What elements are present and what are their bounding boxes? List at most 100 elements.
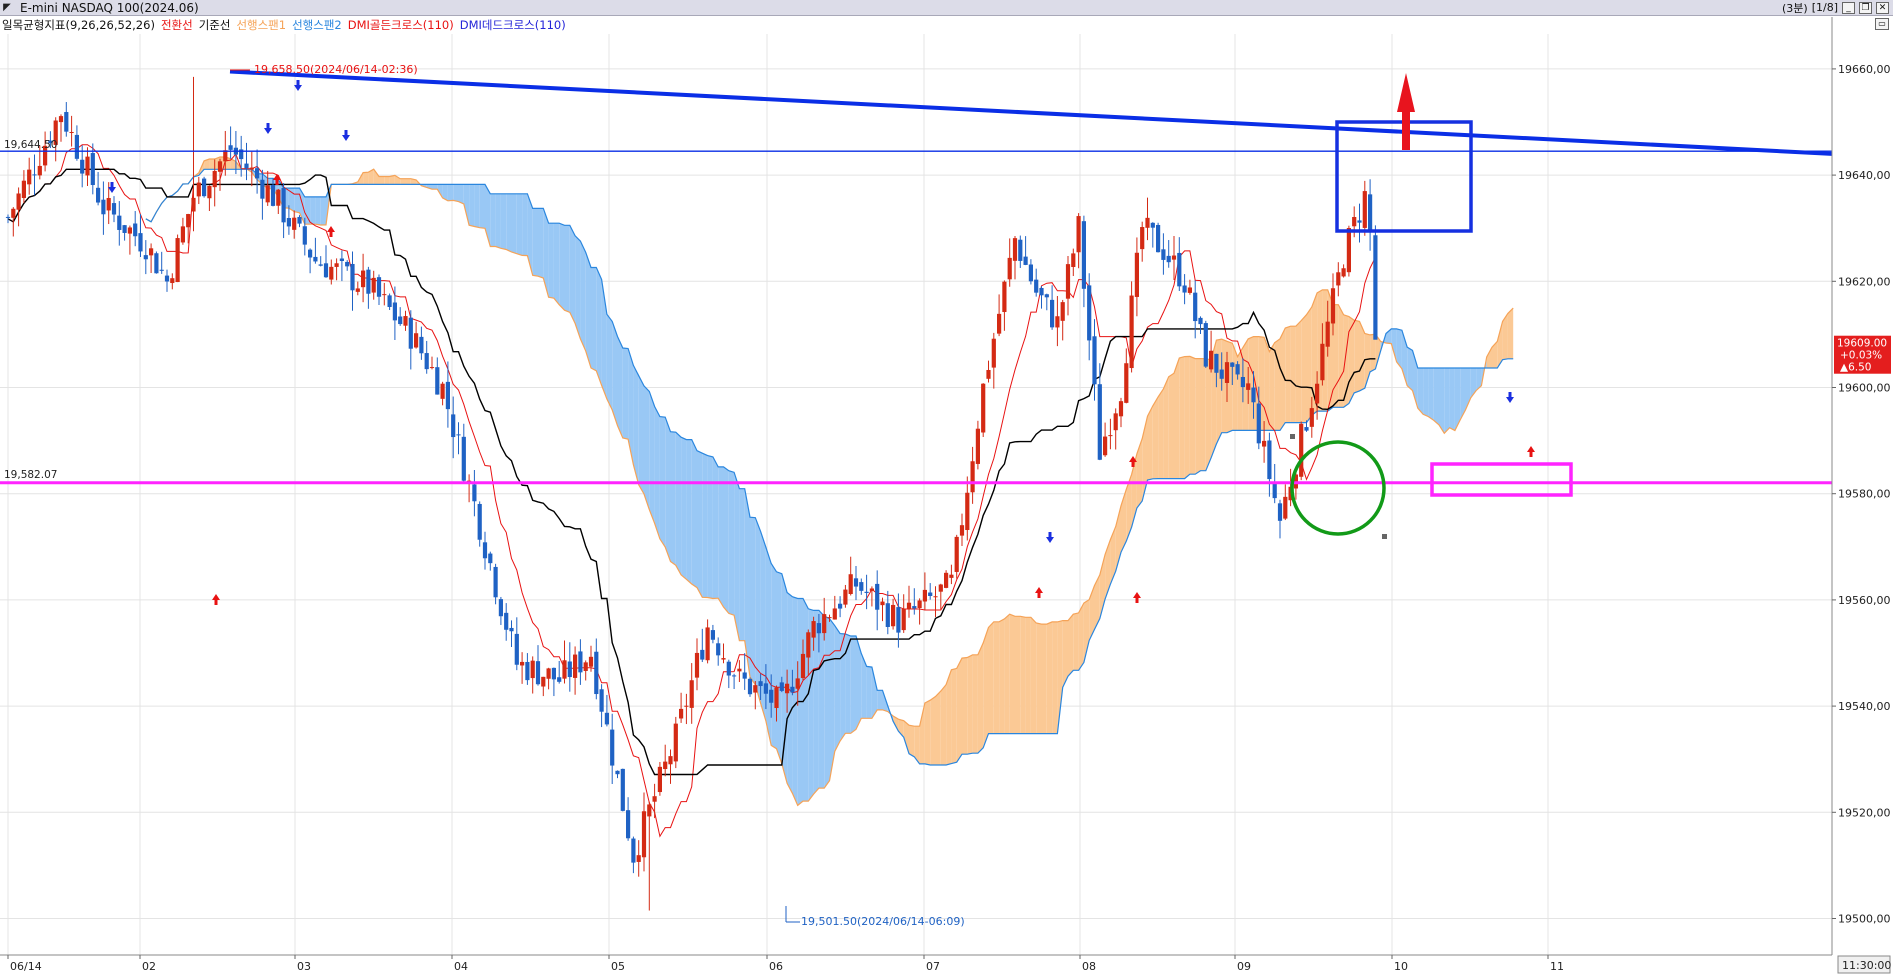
candle-body xyxy=(965,492,970,530)
cloud-segment xyxy=(1057,620,1063,734)
cloud-segment xyxy=(739,488,745,641)
candle-body xyxy=(800,653,806,679)
cloud-segment xyxy=(670,431,676,566)
candle-body xyxy=(588,656,594,667)
cloud-segment xyxy=(850,636,856,734)
x-tick-label: 06 xyxy=(769,960,783,973)
cloud-segment xyxy=(813,610,819,795)
x-tick-label: 07 xyxy=(926,960,940,973)
candle-body xyxy=(1150,222,1155,228)
candle-body xyxy=(1124,363,1129,403)
candle-body xyxy=(1309,408,1314,427)
cloud-segment xyxy=(384,176,390,185)
candle-body xyxy=(106,198,111,211)
candle-body xyxy=(5,216,11,218)
candle-body xyxy=(710,630,715,640)
candle-body xyxy=(885,603,890,627)
candle-body xyxy=(1087,285,1092,341)
candle-body xyxy=(504,612,509,630)
candle-body xyxy=(700,649,705,660)
candle-body xyxy=(636,855,641,862)
candle-body xyxy=(69,131,74,133)
candle-body xyxy=(21,180,26,198)
cloud-segment xyxy=(453,184,459,202)
candle-body xyxy=(975,428,980,464)
candle-body xyxy=(1044,294,1049,298)
cloud-segment xyxy=(649,391,655,524)
cloud-segment xyxy=(866,666,872,719)
candle-body xyxy=(1161,249,1166,260)
cloud-segment xyxy=(951,668,957,764)
cloud-segment xyxy=(469,184,475,227)
candle-body xyxy=(32,174,37,176)
candle-body xyxy=(631,838,636,863)
candle-body xyxy=(838,603,843,609)
candle-body xyxy=(96,187,101,203)
cloud-segment xyxy=(1370,334,1376,372)
candle-body xyxy=(175,238,180,283)
dead-cross-arrow-icon xyxy=(1506,392,1514,403)
y-tick-label: 19500,00 xyxy=(1838,913,1891,926)
candle-body xyxy=(1039,287,1044,296)
candle-body xyxy=(149,248,154,256)
candle-body xyxy=(562,660,567,679)
candle-body xyxy=(1028,264,1033,282)
cloud-segment xyxy=(495,193,501,249)
cloud-segment xyxy=(1301,314,1307,423)
cloud-segment xyxy=(877,690,883,710)
candle-body xyxy=(297,216,302,224)
candle-body xyxy=(276,189,281,206)
candle-body xyxy=(551,667,556,680)
candle-body xyxy=(440,383,445,399)
candle-body xyxy=(482,542,488,559)
candle-body xyxy=(493,566,498,598)
candle-body xyxy=(721,658,726,660)
candle-body xyxy=(180,226,185,243)
candle-body xyxy=(774,687,779,709)
candle-body xyxy=(880,601,885,606)
candle-body xyxy=(1277,503,1283,521)
candle-body xyxy=(27,169,32,185)
candle-body xyxy=(334,263,339,267)
candle-body xyxy=(742,672,747,679)
candle-body xyxy=(255,168,260,179)
candle-body xyxy=(1140,227,1145,250)
price-chart[interactable]: 19,658.50(2024/06/14-02:36) 19,501.50(202… xyxy=(0,0,1893,975)
cloud-segment xyxy=(1030,617,1037,734)
y-tick-label: 19600,00 xyxy=(1838,382,1891,395)
cloud-segment xyxy=(591,267,597,371)
cloud-segment xyxy=(606,314,613,410)
cloud-segment xyxy=(993,621,1000,734)
cloud-segment xyxy=(564,225,570,313)
x-tick-label: 05 xyxy=(611,960,625,973)
cloud-segment xyxy=(538,208,544,279)
candle-body xyxy=(164,275,170,282)
candle-body xyxy=(498,599,503,617)
candle-body xyxy=(477,503,482,540)
candle-body xyxy=(117,215,122,230)
cloud-segment xyxy=(755,517,761,704)
candle-body xyxy=(1007,257,1012,280)
candle-body xyxy=(938,584,943,592)
candle-body xyxy=(435,367,440,395)
golden-cross-arrow-icon xyxy=(1035,587,1043,598)
candle-body xyxy=(1304,427,1309,431)
cloud-segment xyxy=(315,196,321,225)
left-label-upper: 19,644.50 xyxy=(4,139,57,151)
candle-body xyxy=(991,338,996,368)
cloud-segment xyxy=(675,432,682,575)
candle-body xyxy=(217,161,223,172)
candle-body xyxy=(392,302,397,321)
candle-body xyxy=(594,651,599,695)
cloud-segment xyxy=(569,225,576,324)
candle-body xyxy=(520,661,525,666)
ichimoku-cloud xyxy=(145,156,1514,806)
candle-body xyxy=(154,253,159,274)
candle-body xyxy=(419,336,424,354)
candle-body xyxy=(308,249,313,258)
candle-body xyxy=(1373,235,1378,340)
candle-body xyxy=(1118,401,1124,417)
candle-body xyxy=(716,643,721,656)
candle-body xyxy=(954,536,959,572)
cloud-segment xyxy=(1444,368,1450,434)
